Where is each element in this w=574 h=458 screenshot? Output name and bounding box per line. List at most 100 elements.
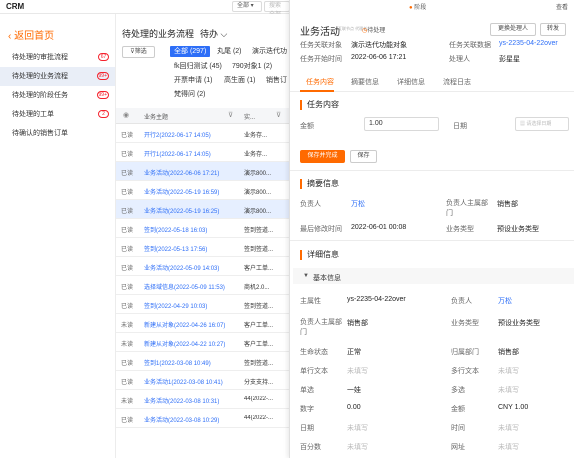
field-label: 网址 (451, 444, 465, 451)
table-row[interactable]: 已读 业务活动(2022-06-06 17:21) 演示800... (116, 162, 289, 181)
field-label: 日期 (300, 425, 314, 432)
filter-icon[interactable]: ⊽ (276, 111, 281, 119)
view-select-label: 待办 (200, 29, 219, 39)
chip[interactable]: 丸尾 (2) (217, 46, 242, 57)
table-row[interactable]: 已读 业务活动1(2022-03-08 10:41) 分支支持... (116, 371, 289, 390)
chip[interactable]: 790对象1 (2) (232, 61, 272, 72)
table-row[interactable]: 已读 签到(2022-05-13 17:56) 签到签道... (116, 238, 289, 257)
read-status: 已读 (121, 304, 134, 310)
table-row[interactable]: 已读 签到1(2022-03-08 10:49) 签到签道... (116, 352, 289, 371)
row-subject-link[interactable]: 业务活动(2022-05-19 16:25) (144, 206, 254, 215)
sidebar-item-sales-order[interactable]: 待确认的销售订单 (0, 124, 115, 143)
sidebar-item-label: 待确认的销售订单 (12, 130, 68, 137)
owner-link[interactable]: 万松 (498, 296, 512, 306)
table-row[interactable]: 未读 新建从对象(2022-04-26 16:07) 客户工单... (116, 314, 289, 333)
sidebar-item-stage-task[interactable]: 待处理的阶段任务 99+ (0, 86, 115, 105)
read-status: 已读 (121, 247, 134, 253)
row-subject-link[interactable]: 开行1(2022-06-17 14:05) (144, 149, 254, 158)
app-logo: CRM (6, 2, 25, 11)
row-subject-link[interactable]: 新建从对象(2022-04-22 10:27) (144, 339, 254, 348)
scope-select[interactable]: 全部 ▾ (232, 1, 262, 12)
row-subject-link[interactable]: 签到(2022-05-18 16:03) (144, 225, 254, 234)
read-status: 已读 (121, 190, 134, 196)
column-header[interactable]: 业务主题 (144, 112, 168, 121)
row-subject-link[interactable]: 签到(2022-04-29 10:03) (144, 301, 254, 310)
read-status: 已读 (121, 209, 134, 215)
tab-task-content[interactable]: 任务内容 (306, 77, 334, 87)
tab-flow-log[interactable]: 流程日志 (443, 77, 471, 87)
amount-input[interactable]: 1.00 (364, 117, 439, 131)
date-placeholder: 请选择日期 (526, 121, 552, 127)
sidebar-item-ticket[interactable]: 待处理的工单 2 (0, 105, 115, 124)
table-row[interactable]: 未读 业务活动(2022-03-08 10:31) 44(2022-... (116, 390, 289, 409)
row-subject-link[interactable]: 业务活动1(2022-03-08 10:41) (144, 377, 254, 386)
row-subject-link[interactable]: 新建从对象(2022-04-26 16:07) (144, 320, 254, 329)
row-subject-link[interactable]: 签到(2022-05-13 17:56) (144, 244, 254, 253)
row-subject-link[interactable]: 业务活动(2022-05-19 16:59) (144, 187, 254, 196)
row-subject-link[interactable]: 开行2(2022-06-17 14:05) (144, 130, 254, 139)
save-complete-button[interactable]: 保存并完成 (300, 150, 345, 163)
read-status: 已读 (121, 285, 134, 291)
field-label: 主属性 (300, 298, 321, 305)
read-status: 未读 (121, 342, 134, 348)
filter-icon[interactable]: ⊽ (228, 111, 233, 119)
row-type: 商机2.0... (244, 285, 270, 291)
date-picker[interactable]: ▦ 请选择日期 (515, 117, 569, 131)
row-type: 签到签道... (244, 228, 274, 234)
save-button[interactable]: 保存 (350, 150, 377, 163)
chip[interactable]: 梵得问 (2) (174, 89, 206, 100)
field-label: 负责人主属部门 (446, 200, 488, 217)
chip[interactable]: 销售订 (266, 75, 288, 86)
chip[interactable]: 开票申请 (1) (174, 75, 213, 86)
stage-indicator: ● 阶段 (409, 2, 426, 11)
field-value: 未填写 (498, 387, 519, 394)
tab-summary[interactable]: 摘要信息 (351, 77, 379, 87)
table-row[interactable]: 已读 开行1(2022-06-17 14:05) 业务存... (116, 143, 289, 162)
chip[interactable]: fk回归测试 (45) (174, 61, 222, 72)
back-home-link[interactable]: ‹ 返回首页 (8, 27, 54, 42)
table-row[interactable]: 已读 业务活动(2022-05-19 16:25) 演示800... (116, 200, 289, 219)
read-status: 未读 (121, 399, 134, 405)
chip[interactable]: 高生面 (1) (224, 75, 256, 86)
chip-all[interactable]: 全部 (297) (170, 46, 211, 57)
filter-button[interactable]: ⊽筛选 (122, 46, 155, 58)
transfer-button[interactable]: 转发 (540, 23, 566, 36)
field-label: 最后修改时间 (300, 226, 342, 233)
eye-icon[interactable]: ◉ (123, 111, 129, 119)
row-subject-link[interactable]: 业务活动(2022-05-09 14:03) (144, 263, 254, 272)
table-row[interactable]: 已读 开行2(2022-06-17 14:05) 业务存... (116, 124, 289, 143)
stage-label: 阶段 (414, 5, 427, 11)
field-value: 正常 (347, 349, 361, 356)
change-handler-button[interactable]: 更换处理人 (490, 23, 536, 36)
column-header[interactable]: 实... (244, 112, 255, 121)
row-type: 演示800... (244, 209, 272, 215)
field-label: 多选 (451, 387, 465, 394)
table-row[interactable]: 未读 新建从对象(2022-04-22 10:27) 客户工单... (116, 333, 289, 352)
table-row[interactable]: 已读 业务活动(2022-05-09 14:03) 客户工单... (116, 257, 289, 276)
sidebar-item-label: 待处理的工单 (12, 111, 54, 118)
table-row[interactable]: 已读 选择域信息(2022-05-09 11:53) 商机2.0... (116, 276, 289, 295)
owner-link[interactable]: 万松 (351, 199, 365, 209)
row-type: 客户工单... (244, 342, 274, 348)
row-subject-link[interactable]: 选择域信息(2022-05-09 11:53) (144, 282, 254, 291)
table-row[interactable]: 已读 业务活动(2022-05-19 16:59) 演示800... (116, 181, 289, 200)
row-subject-link[interactable]: 业务活动(2022-06-06 17:21) (144, 168, 254, 177)
sidebar-item-business-flow[interactable]: 待处理的业务流程 99+ (0, 67, 115, 86)
row-subject-link[interactable]: 业务活动(2022-03-08 10:31) (144, 396, 254, 405)
table-row[interactable]: 已读 业务活动(2022-03-08 10:29) 44(2022-... (116, 409, 289, 428)
chip[interactable]: 演示迭代功 (252, 46, 288, 57)
row-type: 演示800... (244, 171, 272, 177)
field-label: 时间 (451, 425, 465, 432)
table-row[interactable]: 已读 签到(2022-04-29 10:03) 签到签道... (116, 295, 289, 314)
view-link[interactable]: 查看 (556, 2, 568, 11)
table-row[interactable]: 已读 签到(2022-05-18 16:03) 签到签道... (116, 219, 289, 238)
sidebar-item-approval[interactable]: 待处理的审批流程 67 (0, 48, 115, 67)
related-data-link[interactable]: ys-2235-04-22over (499, 40, 558, 47)
tab-detail[interactable]: 详细信息 (397, 77, 425, 87)
search-input[interactable]: 搜索全部 (264, 1, 290, 18)
row-type: 客户工单... (244, 323, 274, 329)
row-subject-link[interactable]: 签到1(2022-03-08 10:49) (144, 358, 254, 367)
field-value: 未填写 (498, 425, 519, 432)
view-select[interactable]: 待办 ⌵ (200, 27, 227, 40)
row-subject-link[interactable]: 业务活动(2022-03-08 10:29) (144, 415, 254, 424)
